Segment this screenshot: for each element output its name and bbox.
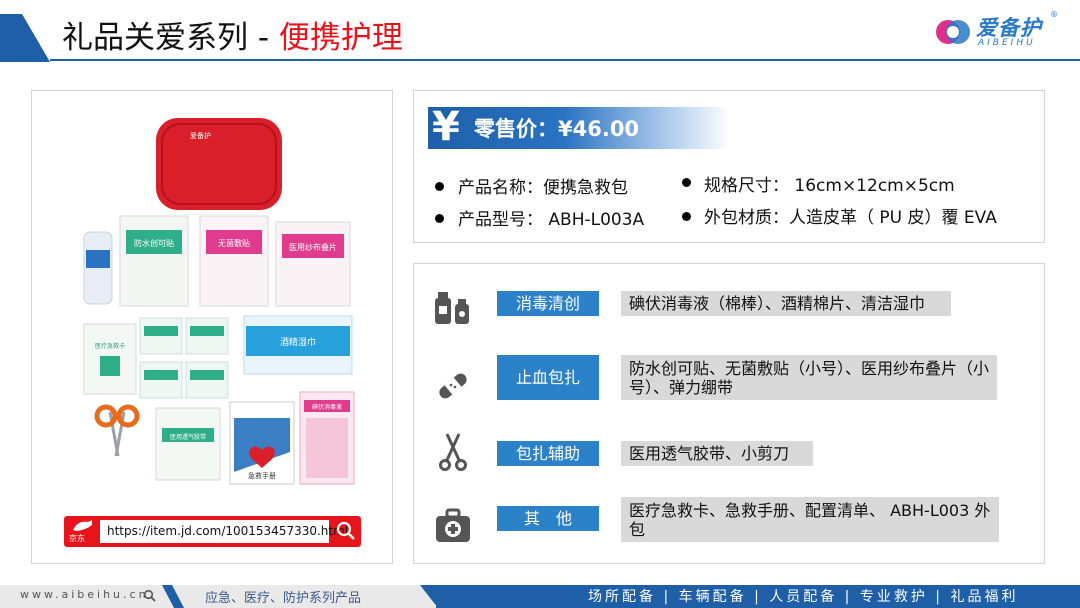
spec-size: 规格尺寸： 16cm×12cm×5cm: [704, 176, 955, 196]
category-label-disinfect: 消毒清创: [497, 291, 599, 316]
header-accent-shape: [0, 14, 50, 62]
retail-price: 零售价：¥46.00: [474, 117, 640, 141]
bandage-icon: [439, 373, 467, 399]
footer-separator: [162, 585, 184, 608]
category-desc-disinfect: 碘伏消毒液（棉棒）、酒精棉片、清洁湿巾: [621, 291, 951, 316]
jd-store-label: 京东: [69, 534, 85, 543]
kit-label-5: 急救手册: [248, 471, 276, 480]
jd-dog-icon: [73, 520, 92, 531]
footer-services: 场所配备 | 车辆配备 | 人员配备 | 专业救护 | 礼品福利: [588, 589, 1019, 605]
footer-website[interactable]: www.aibeihu.cn: [20, 588, 149, 601]
spec-bullet: [682, 212, 691, 221]
kit-label-3: 酒精湿巾: [280, 336, 316, 348]
spec-bullet: [682, 178, 691, 187]
spec-product-name: 产品名称：便携急救包: [458, 178, 628, 198]
category-desc-assist: 医用透气胶带、小剪刀: [621, 441, 813, 466]
page-title: 礼品关爱系列 - 便携护理: [62, 18, 403, 58]
category-label-bandage: 止血包扎: [497, 355, 599, 400]
spec-bullet: [435, 214, 444, 223]
kit-label-0: 防水创可贴: [134, 238, 174, 248]
brand-name-en: AIBEIHU: [978, 38, 1036, 48]
footer-right-tip: [420, 585, 460, 608]
footer-tagline: 应急、医疗、防护系列产品: [205, 591, 362, 606]
spec-bullet: [435, 182, 444, 191]
kit-label-4: 医疗急救卡: [95, 342, 125, 350]
footer-website-text[interactable]: www.aibeihu.cn: [20, 588, 149, 601]
category-label-other: 其 他: [497, 506, 599, 531]
header-divider: [50, 59, 1080, 61]
search-icon[interactable]: [143, 589, 156, 602]
category-desc-other: 医疗急救卡、急救手册、配置清单、 ABH-L003 外包: [621, 497, 999, 542]
product-url[interactable]: https://item.jd.com/100153457330.html: [100, 520, 348, 543]
brand-registered-mark: ®: [1050, 10, 1058, 19]
brand-logo-icon: [936, 20, 970, 44]
yen-icon: ¥: [432, 104, 460, 150]
medkit-icon: [436, 508, 470, 542]
kit-label-7: 医用透气胶带: [170, 433, 206, 441]
kit-label-6: 碘伏消毒液: [312, 403, 342, 411]
title-accent: 便携护理: [278, 20, 403, 56]
case-logo-text: 爱备护: [190, 131, 211, 140]
title-main: 礼品关爱系列 -: [62, 20, 279, 56]
scissors-icon: [439, 433, 467, 471]
spec-model: 产品型号： ABH-L003A: [458, 210, 645, 230]
spec-material: 外包材质：人造皮革（ PU 皮）覆 EVA: [704, 208, 997, 228]
product-photo: 爱备护 防水创可贴 无菌敷贴 医用纱布叠片 医疗急救卡 酒精湿巾 医用透气胶带 …: [83, 118, 355, 485]
category-desc-bandage: 防水创可贴、无菌敷贴（小号）、医用纱布叠片（小号）、弹力绷带: [621, 355, 997, 400]
search-icon[interactable]: [335, 520, 357, 542]
bottles-icon: [435, 292, 469, 324]
kit-label-1: 无菌敷贴: [218, 238, 250, 248]
kit-label-2: 医用纱布叠片: [289, 242, 337, 252]
category-label-assist: 包扎辅助: [497, 441, 599, 466]
